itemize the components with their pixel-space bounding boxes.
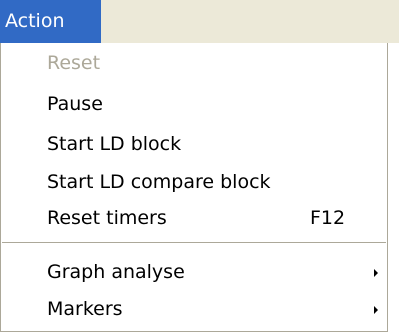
menu-item-reset: Reset (1, 50, 387, 77)
action-dropdown-menu: Reset Pause Start LD block Start LD comp… (0, 43, 388, 332)
menu-item-reset-label: Reset (47, 52, 101, 74)
menu-separator (2, 242, 386, 244)
menu-item-pause-label: Pause (47, 93, 103, 115)
reset-timers-shortcut: F12 (310, 207, 346, 229)
menu-item-pause[interactable]: Pause (1, 91, 387, 118)
menu-item-start-ld-compare-block[interactable]: Start LD compare block (1, 169, 387, 196)
action-menu-title[interactable]: Action (0, 0, 101, 43)
menu-item-start-ld-compare-block-label: Start LD compare block (47, 171, 271, 193)
menu-item-markers[interactable]: Markers (1, 296, 387, 323)
menu-item-markers-label: Markers (47, 298, 123, 320)
menu-item-graph-analyse-label: Graph analyse (47, 261, 185, 283)
submenu-arrow-icon (374, 269, 378, 277)
menu-item-reset-timers-label: Reset timers (47, 207, 167, 229)
menu-item-start-ld-block-label: Start LD block (47, 133, 182, 155)
submenu-arrow-icon (374, 306, 378, 314)
menu-item-reset-timers[interactable]: Reset timers F12 (1, 205, 387, 232)
menu-bar: Action (0, 0, 399, 43)
menu-item-graph-analyse[interactable]: Graph analyse (1, 259, 387, 286)
menu-item-start-ld-block[interactable]: Start LD block (1, 131, 387, 158)
